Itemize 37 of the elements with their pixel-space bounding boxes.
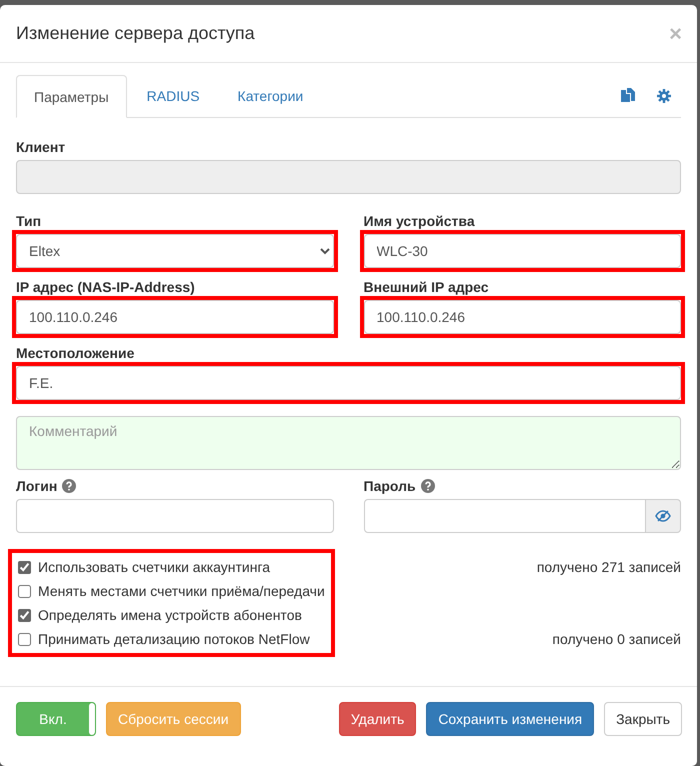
- help-icon[interactable]: [420, 479, 435, 493]
- button[interactable]: Сохранить изменения: [426, 702, 594, 736]
- record-count: получено 0 записей: [551, 630, 681, 649]
- checkbox[interactable]: [18, 608, 31, 622]
- button[interactable]: Закрыть: [604, 702, 682, 736]
- text-field[interactable]: WLC-30: [364, 234, 681, 268]
- modal-title: Изменение сервера доступа: [16, 23, 255, 44]
- field-label: Внешний IP адрес: [364, 279, 489, 295]
- login-field[interactable]: [16, 499, 334, 533]
- type-select[interactable]: Eltex: [16, 234, 334, 268]
- checkbox-label: Принимать детализацию потоков NetFlow: [38, 631, 310, 647]
- show-password-button[interactable]: [646, 499, 681, 533]
- copy-icon[interactable]: [621, 88, 635, 104]
- checkbox[interactable]: [18, 584, 31, 598]
- eye-icon: [654, 510, 671, 522]
- field-label: Имя устройства: [364, 213, 475, 229]
- field-label: Логин: [16, 478, 58, 494]
- help-icon[interactable]: [62, 479, 76, 493]
- comment-field[interactable]: Комментарий: [16, 416, 681, 470]
- location-field[interactable]: F.E.: [16, 366, 681, 400]
- field-label: Клиент: [16, 139, 66, 155]
- field-label: Местоположение: [16, 345, 134, 361]
- field-label: IP адрес (NAS-IP-Address): [16, 279, 195, 295]
- checkbox[interactable]: [18, 632, 31, 646]
- text-field[interactable]: 100.110.0.246: [16, 300, 334, 334]
- settings-icon[interactable]: [657, 89, 671, 103]
- record-count: получено 271 записей: [536, 558, 681, 577]
- checkbox-label: Менять местами счетчики приёма/передачи: [38, 583, 325, 599]
- field-label: Тип: [16, 213, 42, 229]
- text-field[interactable]: 100.110.0.246: [364, 300, 681, 334]
- checkbox-label: Определять имена устройств абонентов: [38, 607, 302, 623]
- password-field[interactable]: [364, 499, 646, 533]
- checkbox-label: Использовать счетчики аккаунтинга: [38, 559, 270, 575]
- tab[interactable]: Параметры: [16, 75, 127, 118]
- field-label: Пароль: [364, 478, 416, 494]
- button[interactable]: Удалить: [338, 702, 416, 736]
- checkbox[interactable]: [18, 560, 31, 574]
